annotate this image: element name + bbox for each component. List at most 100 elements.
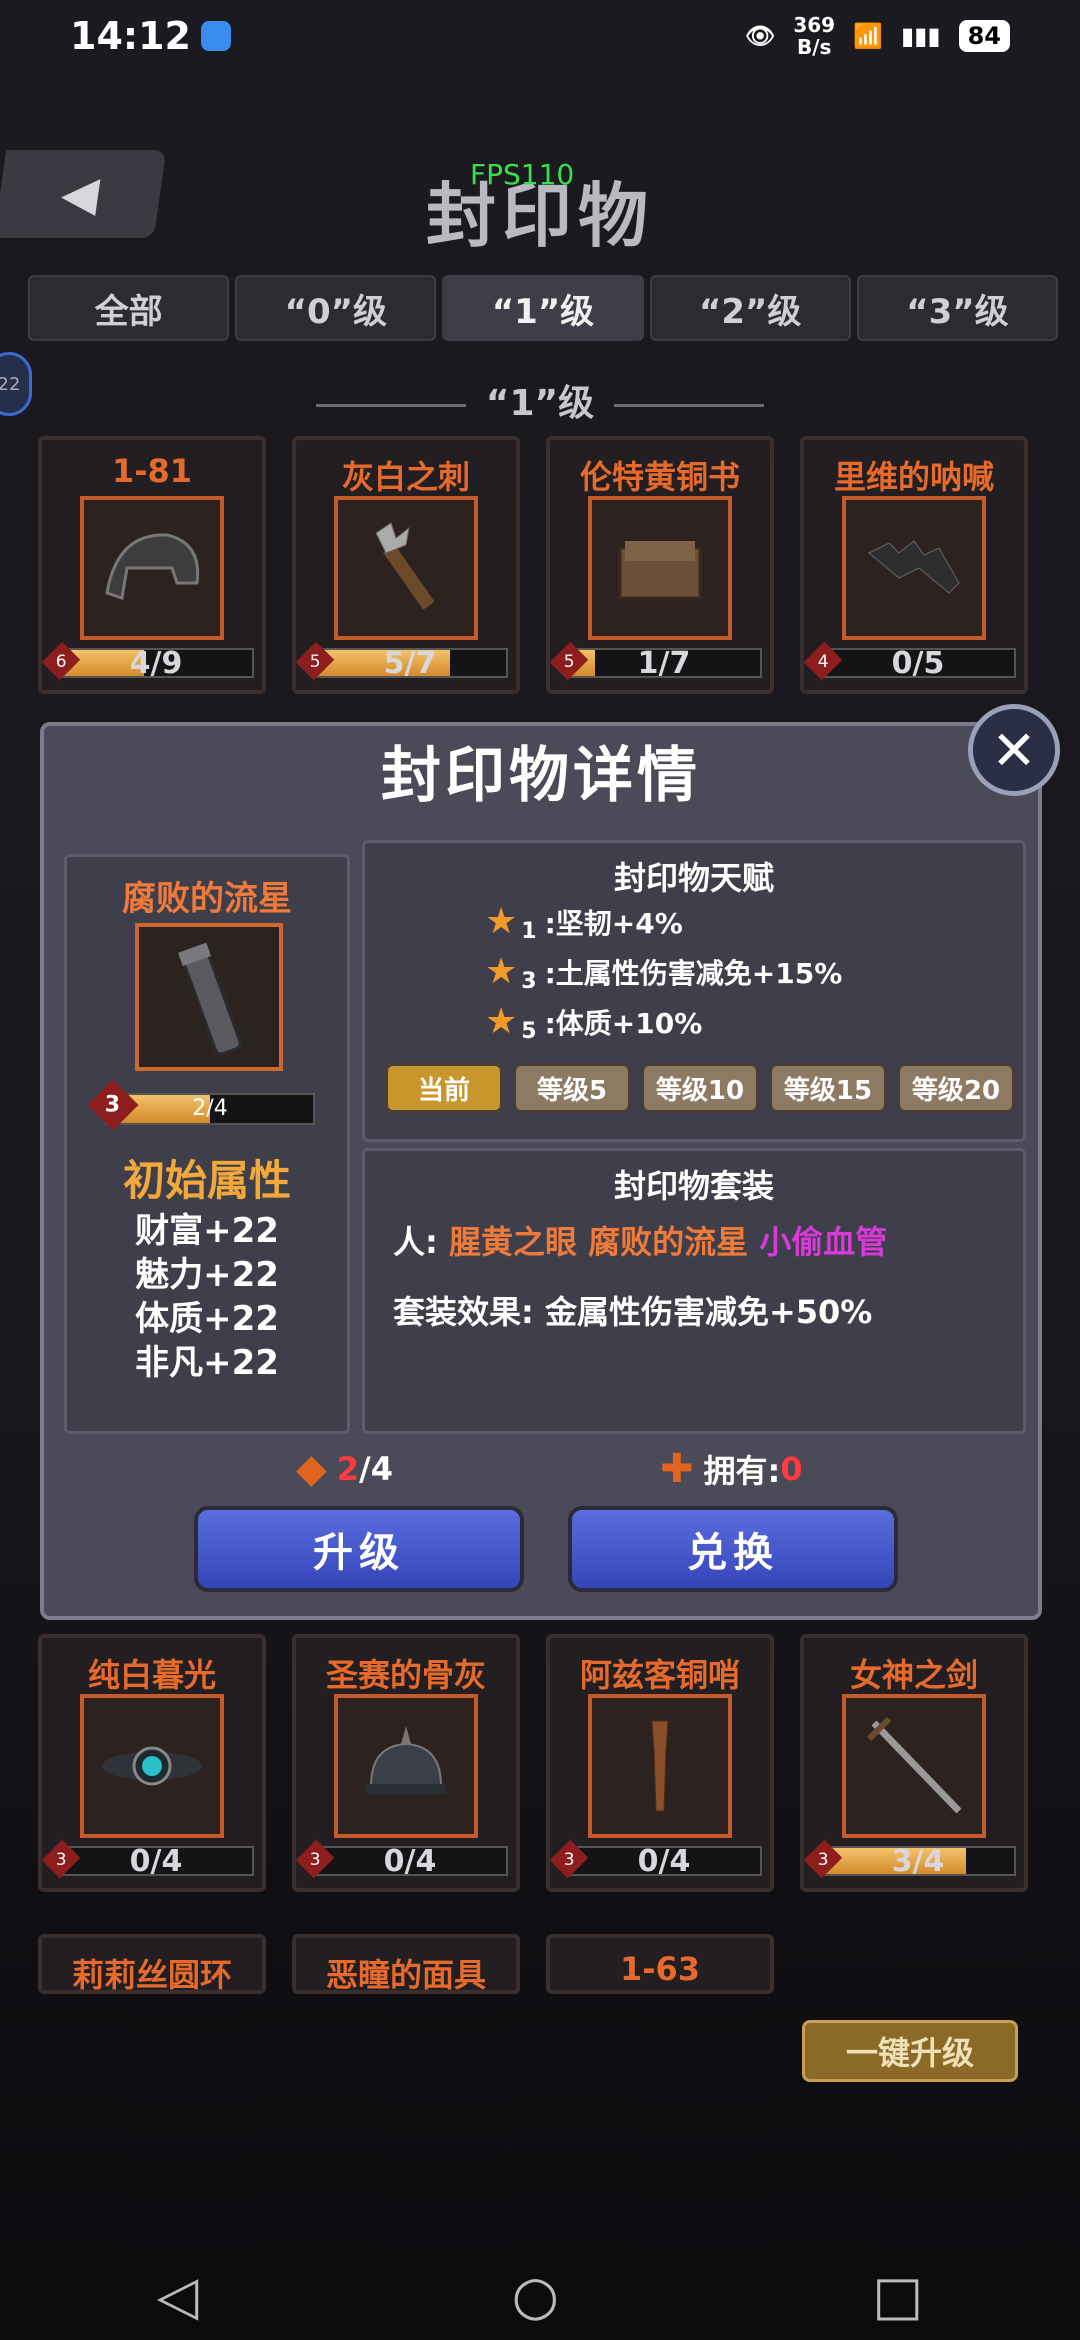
talent-text: :体质+10%: [544, 1006, 703, 1040]
set-effect-label: 套装效果:: [393, 1293, 534, 1331]
progress-bar: 1/7: [566, 646, 762, 681]
tab-level-1[interactable]: “1”级: [442, 275, 644, 341]
talent-panel: 封印物天赋 ★ 1:坚韧+4% ★ 3:土属性伤害减免+15% ★ 5:体质+10% …: [362, 840, 1026, 1142]
status-time: 14:12: [70, 14, 191, 58]
own-value: 0: [780, 1450, 803, 1488]
level-text: 3: [309, 1848, 321, 1870]
speed-unit: B/s: [796, 35, 832, 59]
card-name: 女神之剑: [849, 1656, 978, 1694]
level-text: 3: [55, 1848, 67, 1870]
item-panel: 腐败的流星 2/4 3 初始属性 财富+22 魅力+22 体质+22 非凡+22: [64, 854, 350, 1434]
attr-item: 体质+22: [135, 1299, 279, 1339]
seal-card[interactable]: 1-63: [546, 1934, 774, 1994]
seal-card[interactable]: 女神之剑 3/4 3: [800, 1634, 1028, 1892]
whistle-icon: [588, 1694, 732, 1838]
progress-bar: 5/7: [312, 646, 508, 681]
set-item: 腐败的流星: [588, 1223, 749, 1261]
tab-level-0[interactable]: “0”级: [235, 275, 437, 341]
battery-icon: 84: [958, 20, 1010, 52]
one-key-upgrade-button[interactable]: 一键升级: [802, 2020, 1018, 2082]
tab-all[interactable]: 全部: [28, 275, 230, 341]
progress-text: 0/4: [383, 1844, 437, 1879]
level-text: 5: [309, 650, 321, 672]
card-name: 1-81: [111, 452, 193, 490]
star-icon: ★: [485, 1001, 518, 1042]
seal-card[interactable]: 阿兹客铜哨 0/4 3: [546, 1634, 774, 1892]
level-tab-10[interactable]: 等级10: [641, 1063, 759, 1113]
attr-item: 财富+22: [135, 1211, 279, 1251]
eye-icon: 👁: [744, 22, 776, 50]
jagged-blade-icon: [842, 496, 986, 640]
spike-torch-icon: [334, 496, 478, 640]
status-time-group: 14:12: [70, 14, 231, 58]
fps-counter: FPS110: [470, 158, 575, 191]
progress-text: 1/7: [637, 646, 691, 681]
card-name: 圣赛的骨灰: [325, 1656, 486, 1694]
level-selector: 当前 等级5 等级10 等级15 等级20: [385, 1063, 1015, 1113]
level-tab-15[interactable]: 等级15: [769, 1063, 887, 1113]
exchange-button[interactable]: 兑换: [568, 1506, 898, 1592]
fragment-icon: ◆: [296, 1446, 327, 1492]
item-progress-text: 2/4: [192, 1096, 228, 1121]
progress-bar: 0/4: [312, 1844, 508, 1879]
seal-card[interactable]: 里维的呐喊 0/5 4: [800, 436, 1028, 694]
star-count: 1: [521, 919, 537, 944]
sword-icon: [842, 1694, 986, 1838]
level-tab-20[interactable]: 等级20: [897, 1063, 1015, 1113]
seal-card[interactable]: 灰白之刺 5/7 5: [292, 436, 520, 694]
seal-card[interactable]: 纯白暮光 0/4 3: [38, 1634, 266, 1892]
nav-recent-icon[interactable]: □: [872, 2264, 923, 2327]
section-title: “1”级: [0, 374, 1080, 426]
seal-card[interactable]: 莉莉丝圆环: [38, 1934, 266, 1994]
set-title: 封印物套装: [613, 1167, 774, 1205]
own-info: ✚ 拥有: 0: [660, 1446, 803, 1492]
item-level-text: 3: [105, 1092, 121, 1118]
nav-back-icon[interactable]: ◁: [157, 2264, 199, 2327]
card-name: 伦特黄铜书: [579, 458, 740, 496]
close-button[interactable]: ✕: [968, 704, 1060, 796]
card-name: 阿兹客铜哨: [579, 1656, 740, 1694]
tab-level-2[interactable]: “2”级: [649, 275, 851, 341]
wifi-icon: 📶: [853, 22, 883, 50]
screen: { "status": {"time": "14:12", "speed_val…: [0, 0, 1080, 2340]
card-name: 1-63: [619, 1950, 701, 1988]
seal-card[interactable]: 伦特黄铜书 1/7 5: [546, 436, 774, 694]
seal-card[interactable]: 圣赛的骨灰 0/4 3: [292, 1634, 520, 1892]
network-speed: 369 B/s: [793, 14, 835, 58]
progress-bar: 0/4: [58, 1844, 254, 1879]
set-effect-text: 金属性伤害减免+50%: [544, 1293, 873, 1331]
tab-level-3[interactable]: “3”级: [856, 275, 1059, 341]
progress-bar: 0/4: [566, 1844, 762, 1879]
set-item: 小偷血管: [759, 1223, 888, 1261]
seal-detail-dialog: 封印物详情 腐败的流星 2/4 3 初始属性 财富+22 魅力+22 体质+22…: [40, 722, 1042, 1620]
level-tab-5[interactable]: 等级5: [513, 1063, 631, 1113]
progress-text: 0/4: [637, 1844, 691, 1879]
fragment-info: ◆ 2/4: [296, 1446, 393, 1492]
progress-text: 4/9: [129, 646, 183, 681]
level-text: 3: [817, 1848, 829, 1870]
talent-text: :土属性伤害减免+15%: [544, 956, 843, 990]
progress-text: 5/7: [383, 646, 437, 681]
level-text: 5: [563, 650, 575, 672]
seal-card[interactable]: 恶瞳的面具: [292, 1934, 520, 1994]
set-effect: 套装效果: 金属性伤害减免+50%: [393, 1287, 872, 1333]
nav-home-icon[interactable]: ○: [512, 2264, 559, 2327]
fragment-total: /4: [359, 1450, 393, 1488]
meteor-tube-icon: [135, 923, 283, 1071]
progress-text: 0/4: [129, 1844, 183, 1879]
level-tab-current[interactable]: 当前: [385, 1063, 503, 1113]
star-icon: ★: [485, 951, 518, 992]
attr-title: 初始属性: [122, 1156, 291, 1205]
talent-row: ★ 5 :体质+10%: [485, 1001, 703, 1044]
card-name: 恶瞳的面具: [325, 1956, 486, 1994]
star-count: 5: [521, 1019, 537, 1044]
upgrade-button[interactable]: 升级: [194, 1506, 524, 1592]
close-x-icon: ✕: [991, 718, 1037, 782]
item-name: 腐败的流星: [122, 879, 292, 919]
progress-text: 0/5: [891, 646, 945, 681]
seal-card[interactable]: 1-81 4/9 6: [38, 436, 266, 694]
item-progress-bar: 2/4: [105, 1093, 315, 1125]
progress-text: 3/4: [891, 1844, 945, 1879]
fragment-current: 2: [336, 1450, 360, 1488]
helmet-icon: [80, 496, 224, 640]
